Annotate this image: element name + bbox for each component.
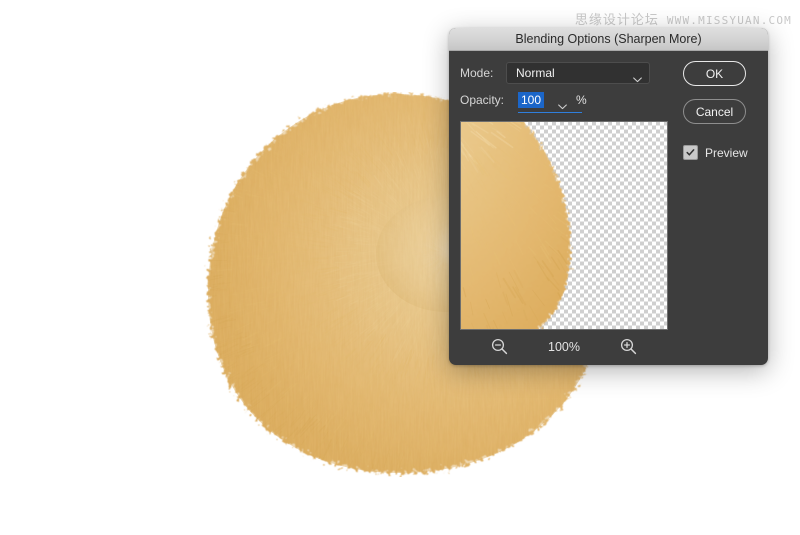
mode-label: Mode:: [460, 66, 506, 80]
zoom-out-icon[interactable]: [490, 337, 509, 356]
dialog-button-column: OK Cancel Preview: [683, 61, 755, 160]
zoom-level-label: 100%: [545, 340, 583, 354]
chevron-down-icon: [633, 70, 642, 76]
opacity-input-underline: [518, 112, 582, 114]
preview-checkbox-label: Preview: [705, 146, 748, 160]
cancel-button[interactable]: Cancel: [683, 99, 746, 124]
ok-button[interactable]: OK: [683, 61, 746, 86]
preview-checkbox-row[interactable]: Preview: [683, 145, 755, 160]
opacity-row: Opacity: 100 %: [460, 92, 587, 108]
opacity-input[interactable]: 100: [518, 92, 544, 108]
blending-options-dialog[interactable]: Blending Options (Sharpen More) Mode: No…: [449, 28, 768, 365]
zoom-in-icon[interactable]: [619, 337, 638, 356]
mode-row: Mode: Normal: [460, 62, 650, 84]
dialog-titlebar[interactable]: Blending Options (Sharpen More): [449, 28, 768, 51]
watermark: 思缘设计论坛 WWW.MISSYUAN.COM: [575, 9, 792, 28]
chevron-down-icon: [558, 97, 567, 103]
checkmark-icon: [685, 147, 696, 158]
opacity-stepper[interactable]: [558, 97, 567, 103]
preview-artwork: [460, 121, 655, 330]
preview-zoom-controls: 100%: [460, 337, 668, 356]
dialog-body: Mode: Normal Opacity: 100 % 100% OK Canc…: [449, 51, 768, 365]
watermark-url-text: WWW.MISSYUAN.COM: [667, 14, 792, 27]
preview-checkbox[interactable]: [683, 145, 698, 160]
opacity-unit-label: %: [576, 93, 587, 107]
filter-preview-thumbnail[interactable]: [460, 121, 668, 330]
mode-select[interactable]: Normal: [506, 62, 650, 84]
opacity-label: Opacity:: [460, 93, 518, 107]
opacity-input-value: 100: [518, 92, 544, 108]
dialog-title: Blending Options (Sharpen More): [515, 32, 701, 46]
mode-select-value: Normal: [516, 66, 555, 80]
watermark-chinese-text: 思缘设计论坛: [575, 9, 659, 28]
